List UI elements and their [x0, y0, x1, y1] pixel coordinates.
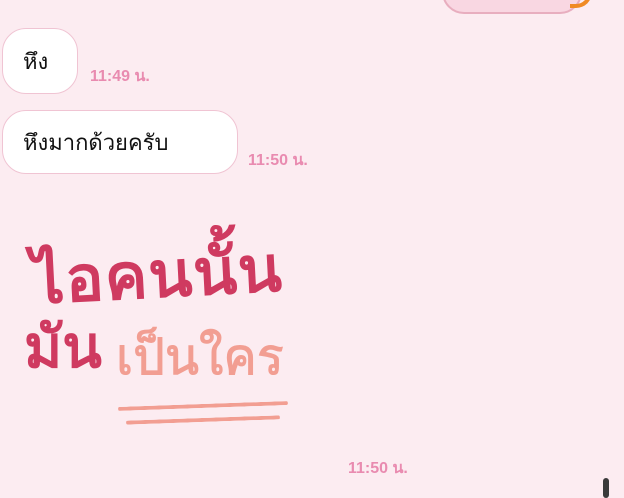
sticker-underline	[125, 415, 281, 425]
message-timestamp: 11:49 น.	[90, 68, 150, 85]
message-timestamp: 11:50 น.	[248, 152, 308, 169]
sticker-underline	[117, 401, 289, 411]
sticker-text-line2a: มัน	[24, 313, 102, 381]
message-timestamp: 11:50 น.	[348, 460, 408, 477]
message-text: หึงมากด้วยครับ	[23, 130, 169, 156]
outgoing-message-bubble[interactable]	[442, 0, 582, 14]
incoming-message-bubble[interactable]: หึง	[2, 28, 78, 94]
scrollbar-thumb[interactable]	[603, 478, 609, 498]
outgoing-bubble-tail	[570, 0, 592, 8]
chat-thread: หึง 11:49 น. หึงมากด้วยครับ 11:50 น. ไอค…	[0, 0, 624, 498]
sticker-text-line2b: เป็นใคร	[116, 328, 285, 386]
incoming-message-bubble[interactable]: หึงมากด้วยครับ	[2, 110, 238, 174]
sticker-text-line1: ไอคนนั้น	[30, 232, 285, 320]
sticker-message[interactable]: ไอคนนั้น มัน เป็นใคร	[8, 206, 328, 446]
message-text: หึง	[23, 49, 49, 75]
